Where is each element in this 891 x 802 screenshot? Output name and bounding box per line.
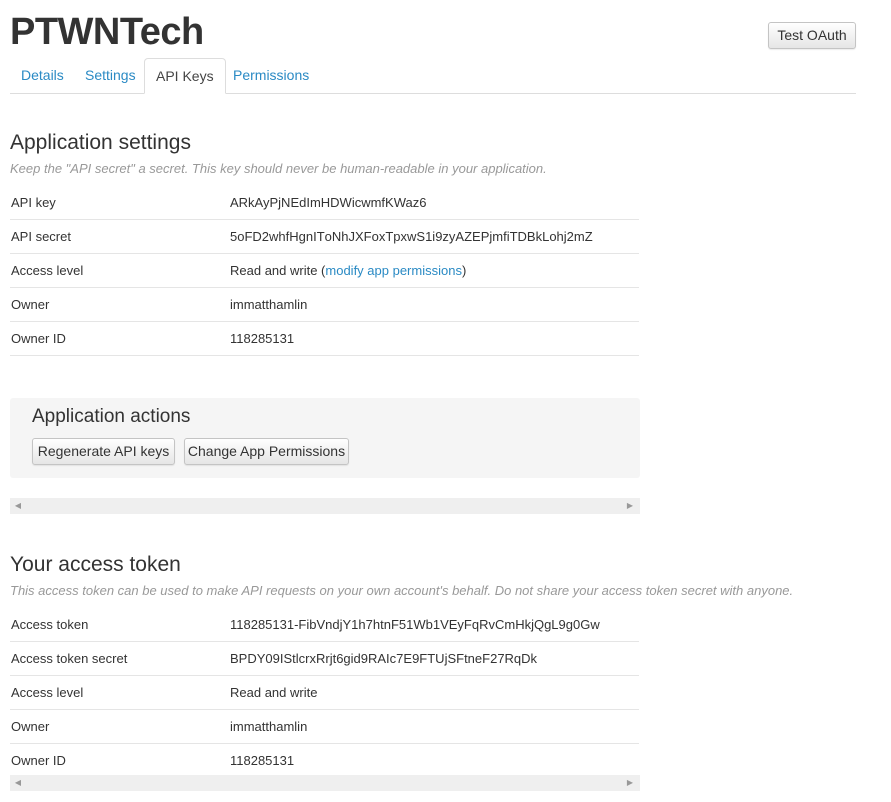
table-row: Access token secret BPDY09IStlcrxRrjt6gi… (10, 642, 639, 676)
table-row: Owner immatthamlin (10, 710, 639, 744)
access-token-value: 118285131-FibVndjY1h7htnF51Wb1VEyFqRvCmH… (230, 617, 600, 632)
regenerate-api-keys-button[interactable]: Regenerate API keys (32, 438, 175, 465)
tab-details[interactable]: Details (10, 58, 75, 93)
scroll-left-arrow-icon[interactable]: ◀ (10, 775, 26, 791)
owner-id-value: 118285131 (230, 331, 295, 346)
application-settings-description: Keep the "API secret" a secret. This key… (10, 161, 547, 176)
application-actions-panel: Application actions Regenerate API keys … (10, 398, 640, 478)
row-label: Owner ID (11, 753, 66, 768)
owner-value: immatthamlin (230, 297, 308, 312)
scroll-right-arrow-icon[interactable]: ▶ (622, 775, 638, 791)
row-label: API key (11, 195, 56, 210)
change-app-permissions-button[interactable]: Change App Permissions (184, 438, 349, 465)
row-label: Owner (11, 719, 50, 734)
tab-permissions[interactable]: Permissions (222, 58, 320, 93)
token-owner-id-value: 118285131 (230, 753, 295, 768)
table-row: Access level Read and write (modify app … (10, 254, 639, 288)
access-token-secret-value: BPDY09IStlcrxRrjt6gid9RAIc7E9FTUjSFtneF2… (230, 651, 538, 666)
access-token-table: Access token 118285131-FibVndjY1h7htnF51… (10, 608, 639, 777)
row-label: Owner (11, 297, 50, 312)
horizontal-scrollbar[interactable]: ◀ ▶ (10, 775, 640, 791)
application-settings-table: API key ARkAyPjNEdImHDWicwmfKWaz6 API se… (10, 186, 639, 356)
access-token-description: This access token can be used to make AP… (10, 583, 794, 598)
row-label: Access level (11, 685, 84, 700)
page-title: PTWNTech (10, 11, 204, 53)
test-oauth-button[interactable]: Test OAuth (768, 22, 856, 49)
access-level-text: Read and write ( (230, 263, 326, 278)
row-label: API secret (11, 229, 71, 244)
application-settings-title: Application settings (10, 131, 191, 154)
api-key-value: ARkAyPjNEdImHDWicwmfKWaz6 (230, 195, 427, 210)
table-row: Owner ID 118285131 (10, 744, 639, 777)
row-label: Access token secret (11, 651, 128, 666)
row-label: Owner ID (11, 331, 66, 346)
tab-settings[interactable]: Settings (74, 58, 147, 93)
token-owner-value: immatthamlin (230, 719, 308, 734)
application-actions-title: Application actions (32, 406, 191, 427)
access-token-title: Your access token (10, 553, 181, 576)
table-row: Access token 118285131-FibVndjY1h7htnF51… (10, 608, 639, 642)
row-label: Access level (11, 263, 84, 278)
scroll-right-arrow-icon[interactable]: ▶ (622, 498, 638, 514)
access-level-suffix: ) (461, 263, 467, 278)
tab-api-keys[interactable]: API Keys (144, 58, 226, 94)
horizontal-scrollbar[interactable]: ◀ ▶ (10, 498, 640, 514)
table-row: Owner ID 118285131 (10, 322, 639, 356)
table-row: API secret 5oFD2whfHgnITоNhJXFoxTpxwS1i9… (10, 220, 639, 254)
table-row: API key ARkAyPjNEdImHDWicwmfKWaz6 (10, 186, 639, 220)
scroll-left-arrow-icon[interactable]: ◀ (10, 498, 26, 514)
table-row: Access level Read and write (10, 676, 639, 710)
api-secret-value: 5oFD2whfHgnITоNhJXFoxTpxwS1i9zyAZEPjmfiT… (230, 229, 593, 244)
token-access-level-value: Read and write (230, 685, 318, 700)
table-row: Owner immatthamlin (10, 288, 639, 322)
modify-app-permissions-link[interactable]: modify app permissions (325, 263, 462, 278)
access-level-value: Read and write (modify app permissions) (230, 263, 466, 278)
tab-bar: Details Settings API Keys Permissions (10, 58, 856, 94)
row-label: Access token (11, 617, 89, 632)
